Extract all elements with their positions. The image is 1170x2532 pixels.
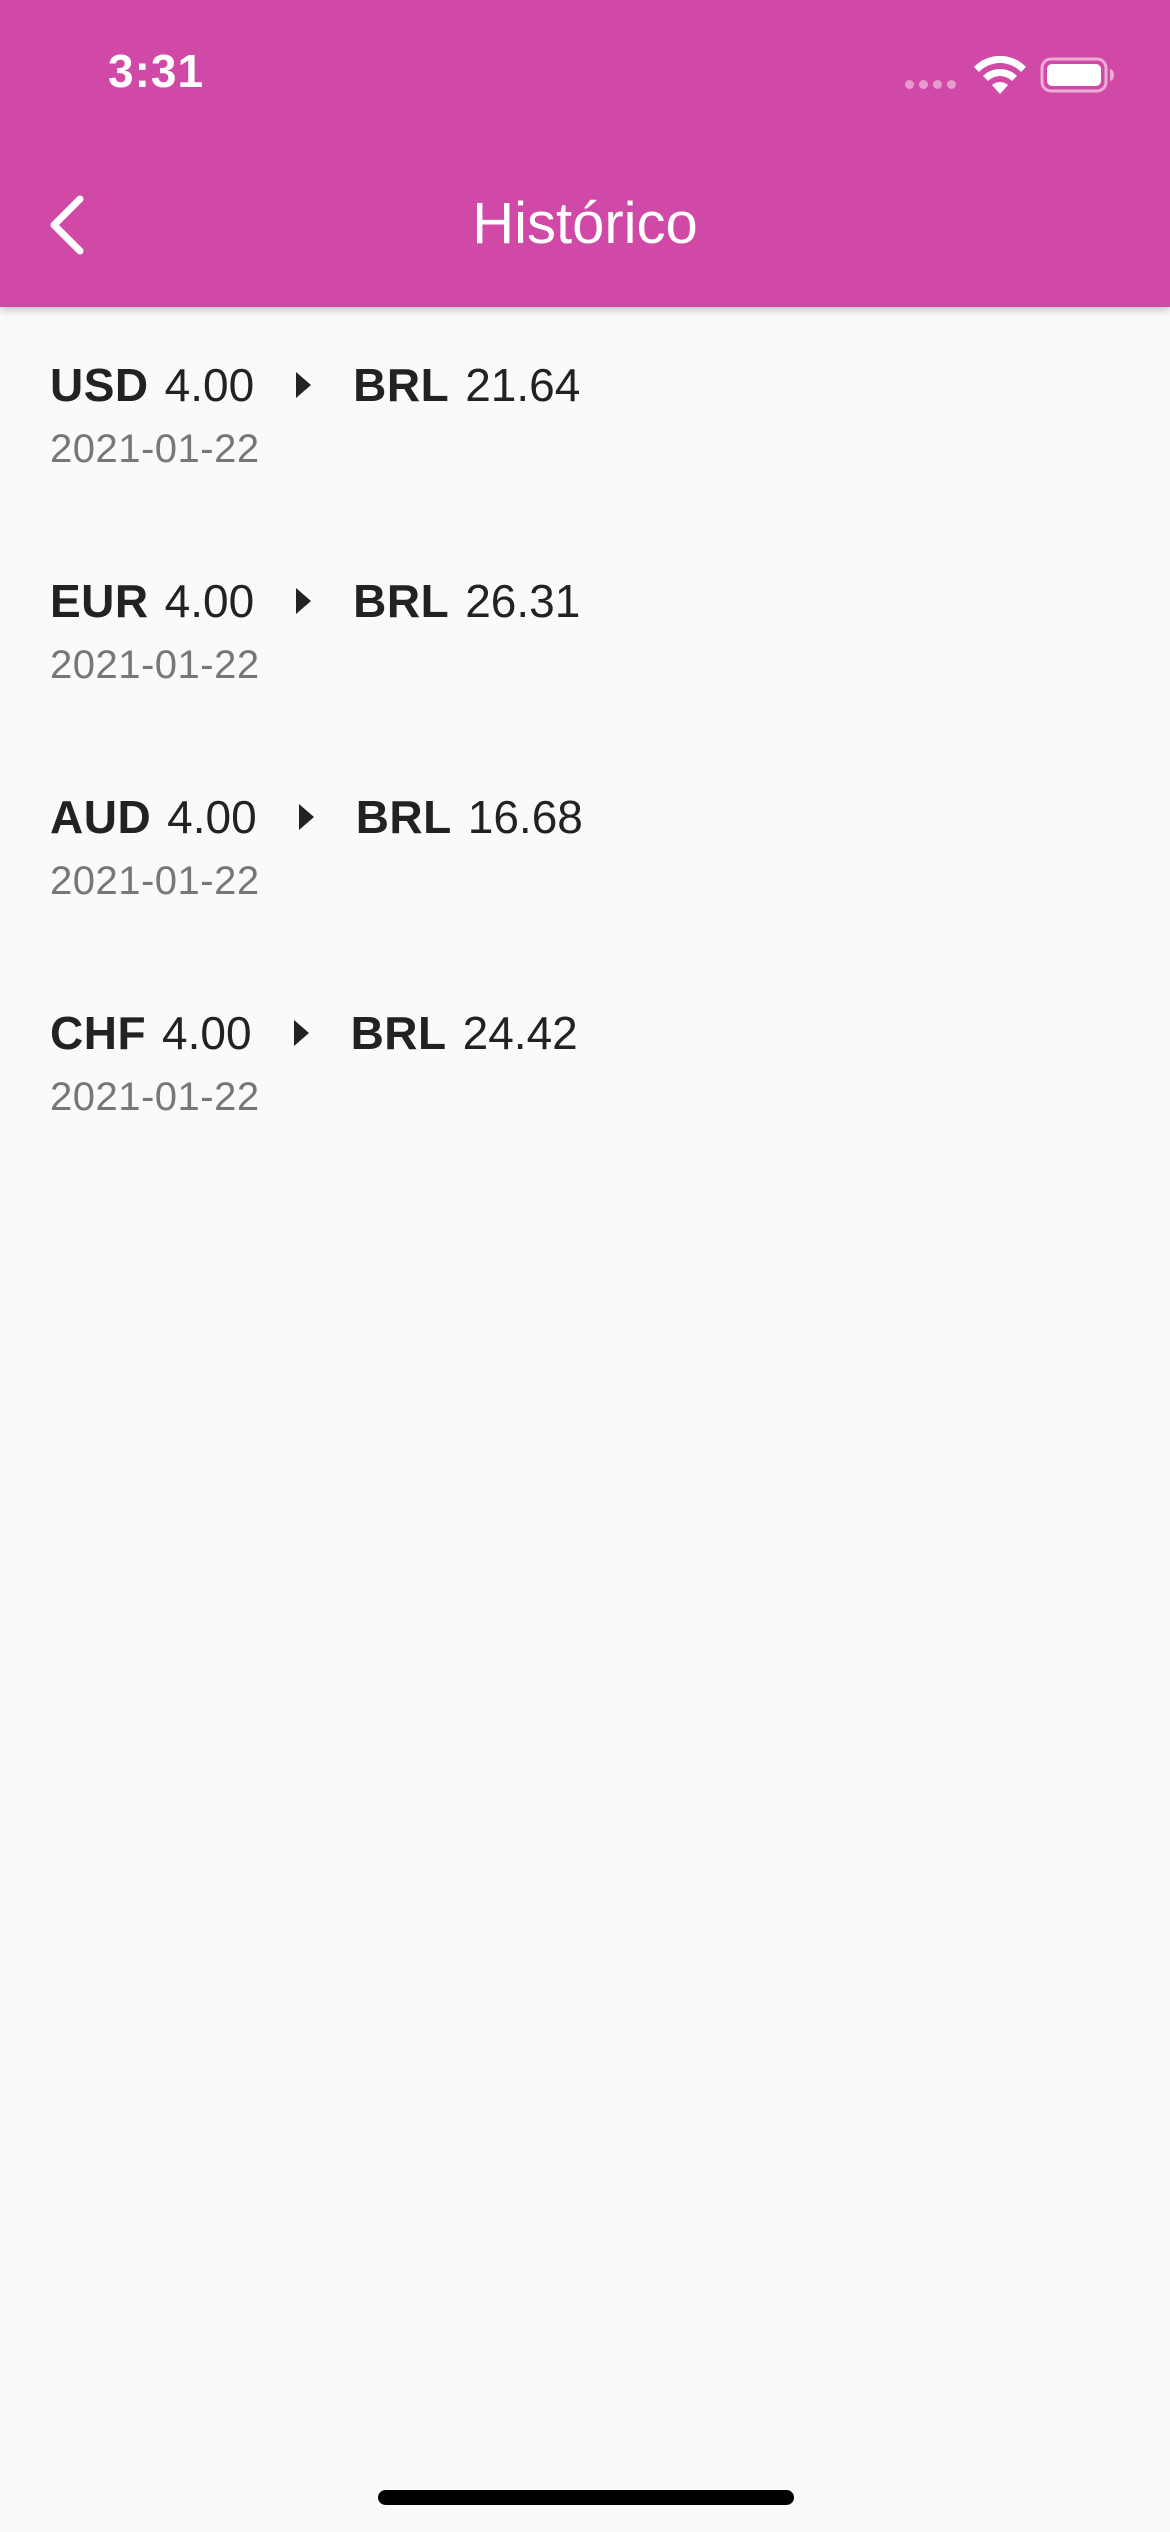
conversion-date: 2021-01-22 bbox=[50, 859, 260, 903]
conversion-date: 2021-01-22 bbox=[50, 427, 260, 471]
history-list: USD 4.00 BRL 21.64 2021-01-22 EUR 4.00 B… bbox=[0, 307, 1170, 1171]
to-amount: 24.42 bbox=[462, 1007, 578, 1059]
conversion-date: 2021-01-22 bbox=[50, 643, 260, 687]
to-currency-code: BRL bbox=[353, 359, 450, 411]
from-amount: 4.00 bbox=[164, 575, 255, 627]
to-amount: 26.31 bbox=[465, 575, 581, 627]
app-bar: 3:31 Histórico bbox=[0, 0, 1170, 307]
conversion-date: 2021-01-22 bbox=[50, 1075, 260, 1119]
from-amount: 4.00 bbox=[164, 359, 255, 411]
to-amount: 21.64 bbox=[465, 359, 581, 411]
from-currency-code: EUR bbox=[50, 575, 149, 627]
conversion-line: EUR 4.00 BRL 26.31 bbox=[50, 573, 1170, 629]
screen: 3:31 Histórico USD 4.00 BRL 21.64 2021-0… bbox=[0, 0, 1170, 2532]
wifi-icon bbox=[974, 55, 1026, 94]
arrow-right-icon bbox=[296, 372, 312, 398]
to-currency-code: BRL bbox=[355, 791, 452, 843]
arrow-right-icon bbox=[293, 1020, 309, 1046]
page-title: Histórico bbox=[472, 191, 698, 256]
history-item-aud[interactable]: AUD 4.00 BRL 16.68 2021-01-22 bbox=[0, 739, 1170, 955]
from-amount: 4.00 bbox=[167, 791, 257, 843]
status-time: 3:31 bbox=[108, 45, 205, 97]
arrow-right-icon bbox=[296, 588, 312, 614]
cellular-signal-icon bbox=[905, 80, 956, 89]
home-indicator[interactable] bbox=[378, 2490, 794, 2505]
conversion-line: USD 4.00 BRL 21.64 bbox=[50, 357, 1170, 413]
arrow-right-icon bbox=[298, 804, 314, 830]
history-item-usd[interactable]: USD 4.00 BRL 21.64 2021-01-22 bbox=[0, 307, 1170, 523]
history-item-chf[interactable]: CHF 4.00 BRL 24.42 2021-01-22 bbox=[0, 955, 1170, 1171]
from-currency-code: AUD bbox=[50, 791, 152, 843]
to-currency-code: BRL bbox=[350, 1007, 447, 1059]
conversion-line: CHF 4.00 BRL 24.42 bbox=[50, 1005, 1170, 1061]
history-item-eur[interactable]: EUR 4.00 BRL 26.31 2021-01-22 bbox=[0, 523, 1170, 739]
battery-icon bbox=[1040, 57, 1114, 93]
conversion-line: AUD 4.00 BRL 16.68 bbox=[50, 789, 1170, 845]
from-currency-code: USD bbox=[50, 359, 149, 411]
to-amount: 16.68 bbox=[467, 791, 583, 843]
from-amount: 4.00 bbox=[162, 1007, 252, 1059]
from-currency-code: CHF bbox=[50, 1007, 147, 1059]
to-currency-code: BRL bbox=[353, 575, 450, 627]
